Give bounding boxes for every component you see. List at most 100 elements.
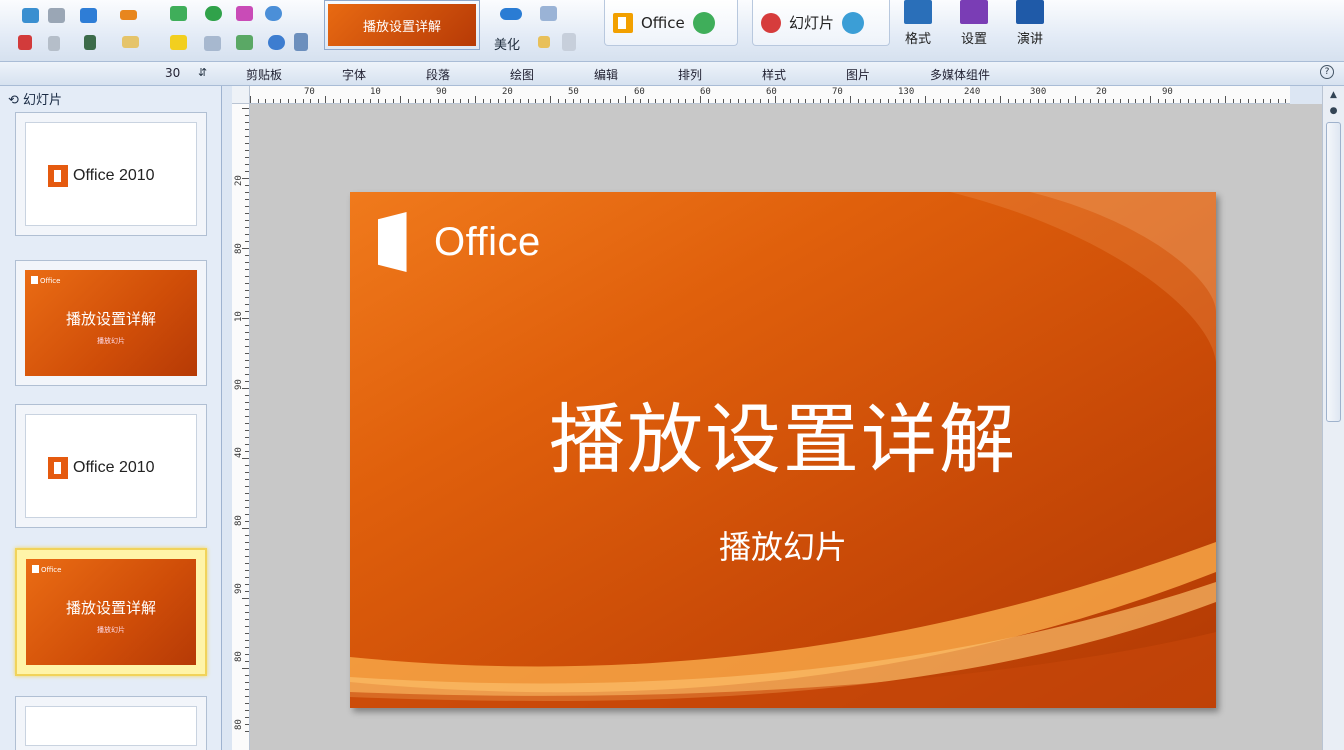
group-tab[interactable]: 排列: [678, 66, 762, 83]
ruler-tick: [707, 99, 709, 103]
slideshow-button[interactable]: 幻灯片: [752, 0, 890, 46]
ruler-tick: [302, 99, 304, 103]
format-button[interactable]: 格式: [892, 0, 944, 56]
layout-icon[interactable]: [120, 10, 137, 20]
ruler-tick: [602, 99, 604, 103]
vertical-scrollbar[interactable]: ▲ ●: [1322, 86, 1344, 750]
group-tab[interactable]: 编辑: [594, 66, 678, 83]
recycle-icon[interactable]: [236, 35, 253, 50]
ruler-tick: [580, 99, 581, 103]
slide-thumbnail-3[interactable]: Office 2010: [15, 404, 207, 528]
group-tab[interactable]: 样式: [762, 66, 846, 83]
image-icon[interactable]: [122, 36, 139, 48]
ruler-tick: [310, 99, 311, 103]
help-icon[interactable]: ?: [1320, 65, 1334, 79]
comment-icon[interactable]: [170, 35, 187, 50]
ruler-tick: [947, 99, 949, 103]
shape-icon[interactable]: [236, 6, 253, 21]
ruler-tick: [370, 99, 371, 103]
format-painter-icon[interactable]: [18, 35, 32, 50]
slide-thumbnail-2[interactable]: Office 播放设置详解 播放幻片: [15, 260, 207, 386]
redo-icon[interactable]: [84, 35, 96, 50]
ruler-tick: [245, 465, 249, 466]
zoom-value[interactable]: 30: [165, 66, 180, 80]
ruler-label: 20: [234, 175, 244, 186]
ruler-tick: [1262, 99, 1264, 103]
current-slide[interactable]: Office 播放设置详解 播放幻片: [350, 192, 1216, 708]
slide-thumbnail-1[interactable]: Office 2010: [15, 112, 207, 236]
ruler-tick: [245, 556, 249, 557]
setup-button[interactable]: 设置: [948, 0, 1000, 56]
ruler-tick: [245, 451, 249, 452]
ruler-tick: [827, 99, 829, 103]
folder-icon[interactable]: [538, 36, 550, 48]
ruler-tick: [1157, 99, 1159, 103]
slideshow-button-label: 幻灯片: [789, 14, 835, 32]
group-tab[interactable]: 字体: [342, 66, 426, 83]
present-button[interactable]: 演讲: [1004, 0, 1056, 56]
ruler-label: 40: [234, 447, 244, 458]
cut-icon[interactable]: [48, 8, 65, 23]
ruler-tick: [245, 689, 249, 690]
ruler-tick: [917, 99, 919, 103]
ruler-tick: [245, 486, 249, 487]
ruler-tick: [245, 374, 249, 375]
ruler-tick: [977, 99, 979, 103]
save-icon[interactable]: [562, 33, 576, 51]
slide-thumbnail-4[interactable]: Office 播放设置详解 播放幻片: [15, 548, 207, 676]
slide-subtitle[interactable]: 播放幻片: [350, 522, 1216, 568]
document-icon[interactable]: [294, 33, 308, 51]
ruler-tick: [355, 99, 356, 103]
home-icon[interactable]: [22, 8, 39, 23]
ruler-tick: [245, 626, 249, 627]
mail-icon[interactable]: [204, 36, 221, 51]
transition-icon[interactable]: [500, 8, 522, 20]
slide-thumbnail-5[interactable]: [15, 696, 207, 750]
gear-icon[interactable]: [268, 35, 285, 50]
office-button[interactable]: Office: [604, 0, 738, 46]
undo-icon[interactable]: [48, 36, 60, 51]
ruler-tick: [662, 99, 664, 103]
ruler-tick: [407, 99, 409, 103]
ruler-label: 90: [234, 379, 244, 390]
ruler-tick: [520, 99, 521, 103]
slide-title[interactable]: 播放设置详解: [350, 378, 1216, 488]
zoom-stepper-icon[interactable]: ⇵: [198, 66, 207, 79]
ruler-tick: [245, 493, 249, 494]
ruler-tick: [752, 99, 754, 103]
hyperlink-icon[interactable]: [265, 6, 282, 21]
current-slide-gallery[interactable]: 播放设置详解: [324, 0, 480, 50]
scroll-up-icon[interactable]: ▲: [1326, 90, 1341, 104]
ruler-tick: [1000, 96, 1001, 103]
scrollbar-thumb[interactable]: [1326, 122, 1341, 422]
ruler-tick: [895, 99, 896, 103]
slide-canvas: Office 播放设置详解 播放幻片: [26, 559, 196, 665]
group-tab[interactable]: 剪贴板: [246, 66, 342, 83]
tool-label[interactable]: 美化: [494, 34, 520, 53]
ruler-tick: [245, 255, 249, 256]
ruler-label: 240: [964, 87, 981, 97]
office-button-label: Office: [641, 13, 685, 32]
paste-icon[interactable]: [80, 8, 97, 23]
group-tab[interactable]: 图片: [846, 66, 930, 83]
ruler-tick: [245, 346, 249, 347]
ruler-tick: [415, 99, 416, 103]
collapse-icon[interactable]: ⟲: [8, 93, 19, 108]
table-icon[interactable]: [540, 6, 557, 21]
chart-icon[interactable]: [205, 6, 222, 21]
group-tab[interactable]: 绘图: [510, 66, 594, 83]
scroll-marker-icon[interactable]: ●: [1326, 106, 1341, 120]
ruler-label: 90: [234, 583, 244, 594]
ruler-tick: [245, 444, 249, 445]
group-tab[interactable]: 多媒体组件: [930, 66, 1040, 83]
ruler-tick: [610, 99, 611, 103]
picture-icon[interactable]: [170, 6, 187, 21]
ruler-tick: [1045, 99, 1046, 103]
ruler-tick: [557, 99, 559, 103]
slide-thumbnail-panel: ⟲ 幻灯片 Office 2010 Office 播放设置详解 播放幻片 Off…: [0, 86, 222, 750]
ruler-tick: [245, 647, 249, 648]
ruler-tick: [245, 360, 249, 361]
group-tab[interactable]: 段落: [426, 66, 510, 83]
ruler-tick: [835, 99, 836, 103]
setup-button-label: 设置: [960, 32, 987, 47]
